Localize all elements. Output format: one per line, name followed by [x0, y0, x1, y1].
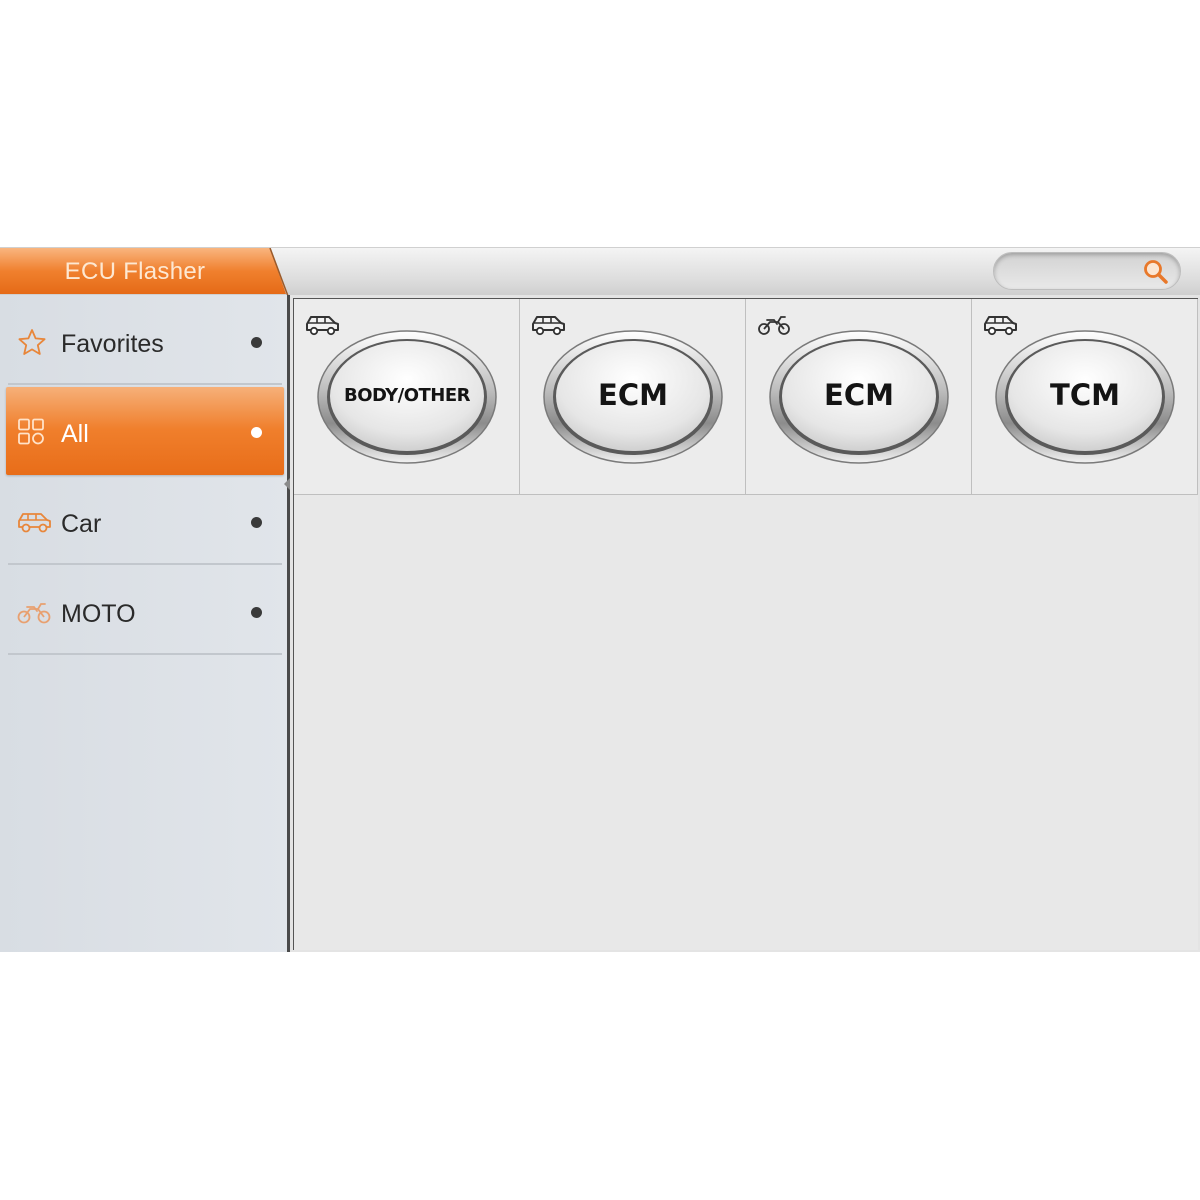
module-tile[interactable]: TCM: [972, 299, 1198, 495]
module-label: TCM: [1050, 378, 1120, 412]
motorcycle-icon: [17, 603, 51, 624]
sidebar-item-favorites[interactable]: Favorites: [6, 297, 284, 385]
top-bar: ECU Flasher: [0, 247, 1200, 296]
title-tab: ECU Flasher: [0, 248, 290, 296]
grid-icon: [18, 418, 44, 445]
star-icon: [18, 329, 46, 355]
active-pointer: [284, 478, 290, 490]
module-tile[interactable]: ECM: [520, 299, 746, 495]
car-icon: [18, 513, 51, 533]
divider: [8, 383, 282, 385]
sidebar-item-label: Car: [61, 510, 102, 538]
ecu-flasher-app: ECU Flasher Favorites All Car MOTO BODY/…: [0, 247, 1200, 952]
sidebar-item-label: All: [61, 420, 89, 448]
search-icon[interactable]: [1142, 258, 1170, 286]
sidebar-item-dot: [251, 517, 262, 528]
sidebar-item-dot: [251, 427, 262, 438]
module-label: BODY/OTHER: [343, 385, 471, 406]
module-button[interactable]: ECM: [768, 329, 950, 465]
sidebar-item-label: Favorites: [61, 330, 164, 358]
module-label: ECM: [598, 378, 668, 412]
divider: [8, 563, 282, 565]
app-title: ECU Flasher: [64, 258, 206, 285]
sidebar-item-dot: [251, 607, 262, 618]
module-label: ECM: [824, 378, 894, 412]
sidebar-item-all[interactable]: All: [6, 387, 284, 475]
module-button[interactable]: TCM: [994, 329, 1176, 465]
module-tile[interactable]: BODY/OTHER: [294, 299, 520, 495]
category-sidebar: Favorites All Car MOTO: [0, 295, 290, 952]
module-button[interactable]: ECM: [542, 329, 724, 465]
module-button[interactable]: BODY/OTHER: [316, 329, 498, 465]
sidebar-item-moto[interactable]: MOTO: [6, 567, 284, 655]
sidebar-item-label: MOTO: [61, 600, 136, 628]
module-tile[interactable]: ECM: [746, 299, 972, 495]
sidebar-item-car[interactable]: Car: [6, 477, 284, 565]
search-input[interactable]: [993, 252, 1181, 290]
sidebar-item-dot: [251, 337, 262, 348]
module-grid: BODY/OTHER ECM ECM TCM: [293, 298, 1198, 950]
divider: [8, 653, 282, 655]
